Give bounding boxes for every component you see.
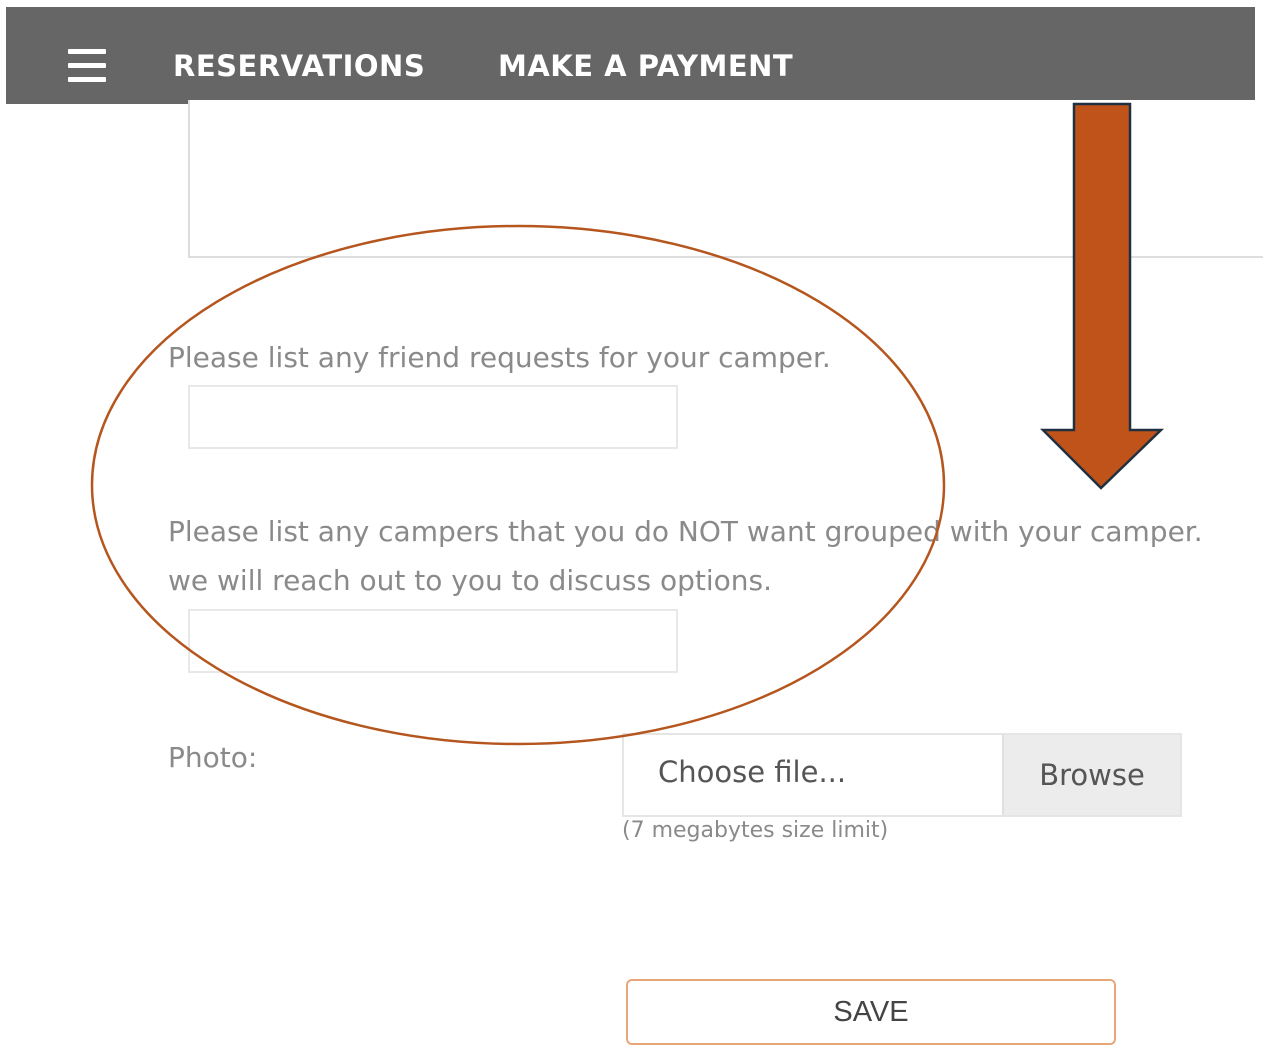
file-placeholder-text: Choose file...: [658, 755, 847, 789]
friend-requests-input[interactable]: [188, 385, 678, 449]
hamburger-menu-icon[interactable]: [68, 49, 106, 83]
photo-file-input[interactable]: Choose file... Browse: [622, 733, 1182, 817]
photo-label: Photo:: [168, 741, 258, 774]
not-grouped-input[interactable]: [188, 609, 678, 673]
file-size-hint: (7 megabytes size limit): [622, 818, 889, 843]
page: RESERVATIONS MAKE A PAYMENT Please list …: [0, 0, 1263, 1045]
nav-link-reservations[interactable]: RESERVATIONS: [173, 49, 425, 83]
not-grouped-label-line2: we will reach out to you to discuss opti…: [168, 564, 772, 597]
previous-textarea[interactable]: [188, 100, 1263, 258]
save-button[interactable]: SAVE: [626, 979, 1116, 1045]
not-grouped-label-line1: Please list any campers that you do NOT …: [168, 515, 1203, 548]
browse-button[interactable]: Browse: [1002, 735, 1180, 815]
top-navbar: RESERVATIONS MAKE A PAYMENT: [6, 7, 1255, 104]
nav-link-make-a-payment[interactable]: MAKE A PAYMENT: [498, 49, 793, 83]
friend-requests-label: Please list any friend requests for your…: [168, 341, 831, 374]
